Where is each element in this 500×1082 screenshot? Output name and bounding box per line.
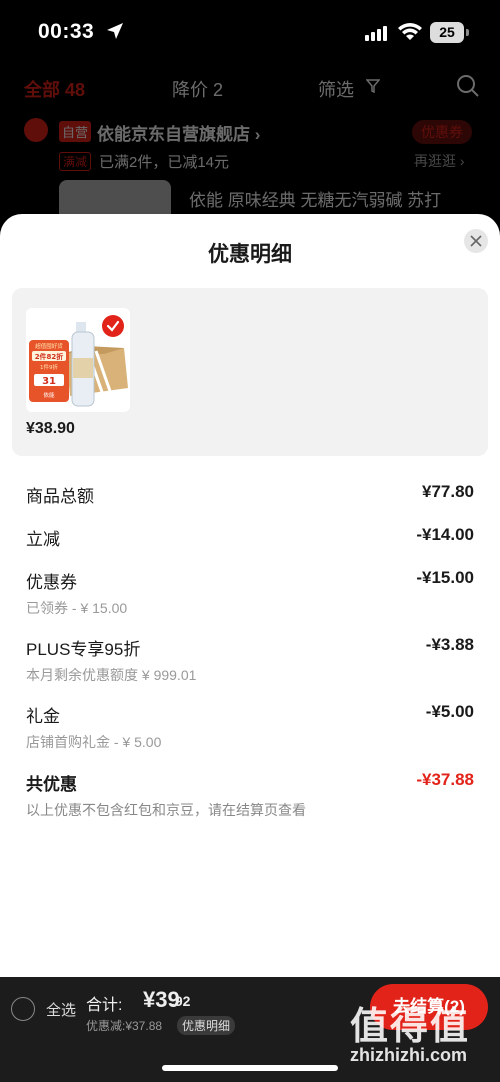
thumb-tag-price: 31: [42, 376, 56, 387]
product-list: 超值囤好货 2件82折 1件9折 31 依能 ¥38.90: [12, 288, 488, 456]
tab-filter[interactable]: 筛选: [318, 76, 354, 102]
total-prefix: 合计:: [86, 997, 123, 1014]
promo-badge: 满减: [59, 152, 92, 171]
row-sub-plus: 本月剩余优惠额度 ¥ 999.01: [26, 667, 197, 683]
discount-summary: 优惠减:¥37.88: [86, 1019, 163, 1033]
row-sub-coupon: 已领券 - ¥ 15.00: [26, 600, 128, 616]
total-discount-value: -¥37.88: [416, 770, 474, 789]
tab-price-drop[interactable]: 降价 2: [172, 76, 223, 102]
product-title[interactable]: 依能 原味经典 无糖无汽弱碱 苏打: [189, 186, 441, 211]
thumb-tag-brand: 依能: [43, 391, 55, 399]
browse-more-link[interactable]: 再逛逛 ›: [414, 151, 465, 171]
row-label-subtotal: 商品总额: [26, 487, 94, 506]
watermark-logo: 值得值: [350, 1006, 471, 1048]
product-price: ¥38.90: [26, 420, 75, 437]
search-icon[interactable]: [456, 74, 480, 98]
tab-all[interactable]: 全部 48: [24, 76, 85, 102]
thumb-tag-line2: 2件82折: [35, 352, 64, 361]
product-selected-check[interactable]: [102, 315, 124, 337]
row-value-coupon: -¥15.00: [416, 568, 474, 587]
row-sub-gift: 店铺首购礼金 - ¥ 5.00: [26, 734, 162, 750]
select-all-radio[interactable]: [11, 997, 35, 1021]
status-time: 00:33: [38, 20, 95, 43]
sheet-title: 优惠明细: [208, 243, 292, 266]
watermark-site: zhizhizhi.com: [350, 1045, 467, 1065]
total-decimal: .92: [171, 993, 191, 1009]
discount-note: 以上优惠不包含红包和京豆，请在结算页查看: [26, 802, 306, 818]
check-icon: [106, 320, 120, 332]
watermark: 值得值 zhizhizhi.com: [350, 995, 490, 1075]
row-label-instant-discount: 立减: [26, 530, 60, 549]
status-bar: 00:33 25: [0, 0, 500, 66]
row-value-subtotal: ¥77.80: [422, 482, 474, 501]
thumb-tag-line1: 超值囤好货: [35, 342, 63, 350]
discount-detail-sheet: 优惠明细 超值囤好货 2件82折 1件9折 31 依能 ¥38.90 商品总额 …: [0, 214, 500, 977]
row-label-gift: 礼金: [26, 707, 60, 726]
promo-text: 已满2件，已减14元: [99, 154, 230, 171]
store-coupon-button[interactable]: 优惠券: [412, 120, 472, 144]
cart-page-background: 全部 48 降价 2 筛选 自营 依能京东自营旗舰店 › 优惠券 满减 已满2件…: [0, 66, 500, 240]
total-discount-label: 共优惠: [26, 775, 77, 794]
row-label-plus: PLUS专享95折: [26, 640, 141, 659]
self-operated-badge: 自营: [59, 121, 92, 142]
store-name[interactable]: 依能京东自营旗舰店 ›: [97, 120, 260, 145]
funnel-icon: [366, 79, 380, 93]
wifi-icon: [398, 23, 422, 40]
home-indicator: [162, 1065, 338, 1071]
battery-tip: [466, 29, 469, 36]
select-all-label[interactable]: 全选: [46, 999, 76, 1020]
close-button[interactable]: [464, 229, 488, 253]
row-value-instant-discount: -¥14.00: [416, 525, 474, 544]
close-icon: [470, 235, 482, 247]
discount-detail-chip[interactable]: 优惠明细: [177, 1016, 236, 1035]
row-value-gift: -¥5.00: [425, 702, 474, 721]
store-checkbox[interactable]: [24, 118, 48, 142]
row-label-coupon: 优惠券: [26, 573, 77, 592]
cellular-signal-icon: [365, 26, 387, 41]
battery-indicator: 25: [430, 22, 464, 43]
row-value-plus: -¥3.88: [425, 635, 474, 654]
location-arrow-icon: [107, 23, 123, 39]
thumb-tag-line3: 1件9折: [40, 363, 58, 371]
